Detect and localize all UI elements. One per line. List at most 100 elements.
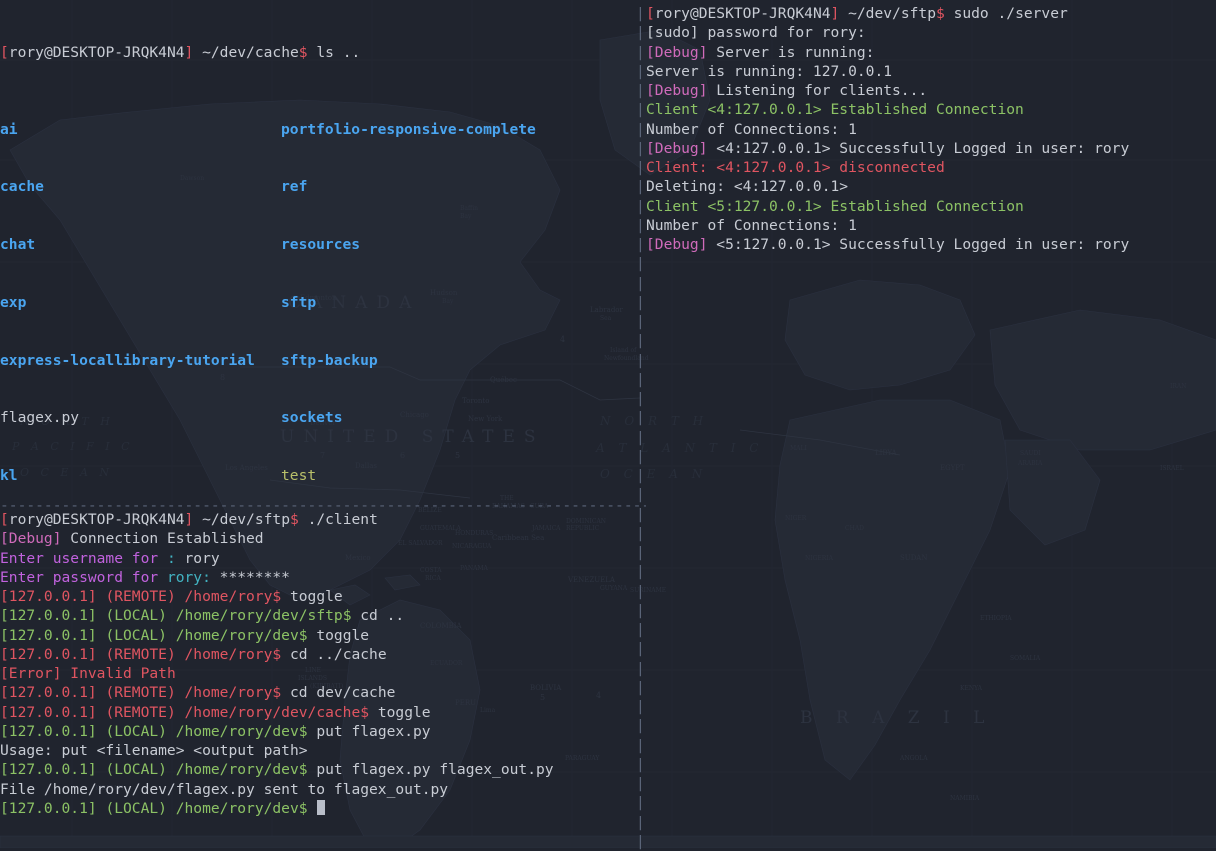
client-path: /home/rory (176, 646, 273, 663)
ls-entry-dir-other-writable[interactable]: test (281, 467, 316, 484)
divider-pipe-char: | (636, 601, 646, 620)
ls-entry-file[interactable]: flagex.py (0, 408, 281, 427)
ls-row: chatresources (0, 235, 636, 254)
ls-entry-dir[interactable]: sockets (281, 409, 343, 426)
divider-pipe-char: | (636, 158, 646, 177)
client-mode-badge: (REMOTE) (97, 588, 176, 605)
client-address: [127.0.0.1] (0, 761, 97, 778)
divider-pipe-char: | (636, 543, 646, 562)
divider-pipe-char: | (636, 331, 646, 350)
sftp-client-prompt-line: [127.0.0.1] (LOCAL) /home/rory/dev$ put … (0, 722, 636, 741)
divider-pipe-char: | (636, 23, 646, 42)
debug-log-line: [Debug] <4:127.0.0.1> Successfully Logge… (646, 139, 1216, 158)
ls-entry-dir[interactable]: express-locallibrary-tutorial (0, 351, 281, 370)
divider-pipe-char: | (636, 177, 646, 196)
ls-row: expsftp (0, 293, 636, 312)
client-mode-badge: (LOCAL) (97, 761, 167, 778)
client-command: put flagex.py (308, 723, 431, 740)
debug-message: <4:127.0.0.1> Successfully Logged in use… (708, 140, 1130, 157)
prompt-dollar: $ (272, 684, 281, 701)
divider-pipe-char: | (636, 659, 646, 678)
server-connect-line: Client <4:127.0.0.1> Established Connect… (646, 100, 1216, 119)
divider-pipe-char: | (636, 447, 646, 466)
auth-prompt-label: Enter password for (0, 569, 158, 586)
prompt-bracket-open: [ (646, 5, 655, 22)
client-path: /home/rory/dev (167, 627, 299, 644)
ls-entry-dir[interactable]: sftp-backup (281, 352, 378, 369)
sftp-client-prompt-line: [127.0.0.1] (REMOTE) /home/rory/dev/cach… (0, 703, 636, 722)
ls-entry-dir[interactable]: chat (0, 235, 281, 254)
ls-entry-dir[interactable]: exp (0, 293, 281, 312)
divider-pipe-char: | (636, 81, 646, 100)
divider-pipe-char: | (636, 351, 646, 370)
divider-pipe-char: | (636, 562, 646, 581)
output-line: Deleting: <4:127.0.0.1> (646, 177, 1216, 196)
ls-entry-dir[interactable]: portfolio-responsive-complete (281, 121, 536, 138)
divider-pipe-char: | (636, 312, 646, 331)
pane-divider-vertical[interactable]: ||||||||||||||||||||||||||||||||||||||||… (636, 4, 646, 848)
debug-message: Connection Established (62, 530, 264, 547)
debug-tag: [Debug] (646, 140, 708, 157)
shell-prompt-line: [rory@DESKTOP-JRQK4N4] ~/dev/sftp$ sudo … (646, 4, 1216, 23)
prompt-user-host: rory@DESKTOP-JRQK4N4 (9, 44, 185, 61)
error-log-line: [Error] Invalid Path (0, 664, 636, 683)
ls-entry-dir[interactable]: cache (0, 177, 281, 196)
divider-pipe-char: | (636, 485, 646, 504)
output-line: [sudo] password for rory: (646, 23, 1216, 42)
sftp-client-prompt-line: [127.0.0.1] (REMOTE) /home/rory$ cd ../c… (0, 645, 636, 664)
client-mode-badge: (REMOTE) (97, 646, 176, 663)
divider-pipe-char: | (636, 4, 646, 23)
text-cursor (317, 800, 326, 815)
debug-message: <5:127.0.0.1> Successfully Logged in use… (708, 236, 1130, 253)
client-address: [127.0.0.1] (0, 723, 97, 740)
debug-log-line: [Debug] Connection Established (0, 529, 636, 548)
divider-pipe-char: | (636, 832, 646, 851)
ls-entry-dir[interactable]: kl (0, 466, 281, 485)
prompt-dollar: $ (299, 627, 308, 644)
sftp-client-prompt-line: [127.0.0.1] (LOCAL) /home/rory/dev$ togg… (0, 626, 636, 645)
divider-pipe-char: | (636, 100, 646, 119)
divider-pipe-char: | (636, 62, 646, 81)
client-command: cd .. (351, 607, 404, 624)
client-command: cd dev/cache (281, 684, 395, 701)
terminal-screen[interactable]: [rory@DESKTOP-JRQK4N4] ~/dev/cache$ ls .… (0, 0, 1216, 848)
client-address: [127.0.0.1] (0, 588, 97, 605)
client-path: /home/rory/dev/cache (176, 704, 361, 721)
prompt-path: ~/dev/cache (193, 44, 298, 61)
auth-prompt-value: rory (176, 550, 220, 567)
debug-log-line: [Debug] Listening for clients... (646, 81, 1216, 100)
sftp-client-prompt-line: [127.0.0.1] (LOCAL) /home/rory/dev$ put … (0, 760, 636, 779)
ls-entry-dir[interactable]: resources (281, 236, 360, 253)
prompt-command: ls .. (308, 44, 361, 61)
client-mode-badge: (REMOTE) (97, 684, 176, 701)
debug-tag: [Debug] (646, 236, 708, 253)
ls-entry-dir[interactable]: ref (281, 178, 307, 195)
ls-entry-dir[interactable]: ai (0, 120, 281, 139)
debug-log-line: [Debug] Server is running: (646, 43, 1216, 62)
error-message: Invalid Path (62, 665, 176, 682)
sftp-client-prompt-line: [127.0.0.1] (REMOTE) /home/rory$ cd dev/… (0, 683, 636, 702)
divider-pipe-char: | (636, 466, 646, 485)
terminal-pane-cache-shell[interactable]: [rory@DESKTOP-JRQK4N4] ~/dev/cache$ ls .… (0, 4, 636, 496)
client-mode-badge: (LOCAL) (97, 800, 167, 817)
client-mode-badge: (LOCAL) (97, 607, 167, 624)
output-text: Server is running: 127.0.0.1 (646, 63, 892, 80)
prompt-dollar: $ (299, 761, 308, 778)
prompt-dollar: $ (936, 5, 945, 22)
terminal-pane-sftp-server[interactable]: [rory@DESKTOP-JRQK4N4] ~/dev/sftp$ sudo … (646, 4, 1216, 848)
client-command: toggle (369, 704, 431, 721)
divider-pipe-char: | (636, 120, 646, 139)
client-address: [127.0.0.1] (0, 684, 97, 701)
output-text: Number of Connections: 1 (646, 121, 857, 138)
pane-divider-horizontal[interactable]: ----------------------------------------… (0, 496, 646, 515)
divider-pipe-char: | (636, 524, 646, 543)
divider-pipe-char: | (636, 813, 646, 832)
output-line: Server is running: 127.0.0.1 (646, 62, 1216, 81)
debug-tag: [Debug] (0, 530, 62, 547)
client-command: toggle (281, 588, 343, 605)
output-text: Number of Connections: 1 (646, 217, 857, 234)
ls-entry-dir[interactable]: sftp (281, 294, 316, 311)
server-message: Client <4:127.0.0.1> Established Connect… (646, 101, 1024, 118)
auth-username-prompt: Enter username for : rory (0, 549, 636, 568)
terminal-pane-sftp-client[interactable]: [rory@DESKTOP-JRQK4N4] ~/dev/sftp$ ./cli… (0, 510, 636, 848)
